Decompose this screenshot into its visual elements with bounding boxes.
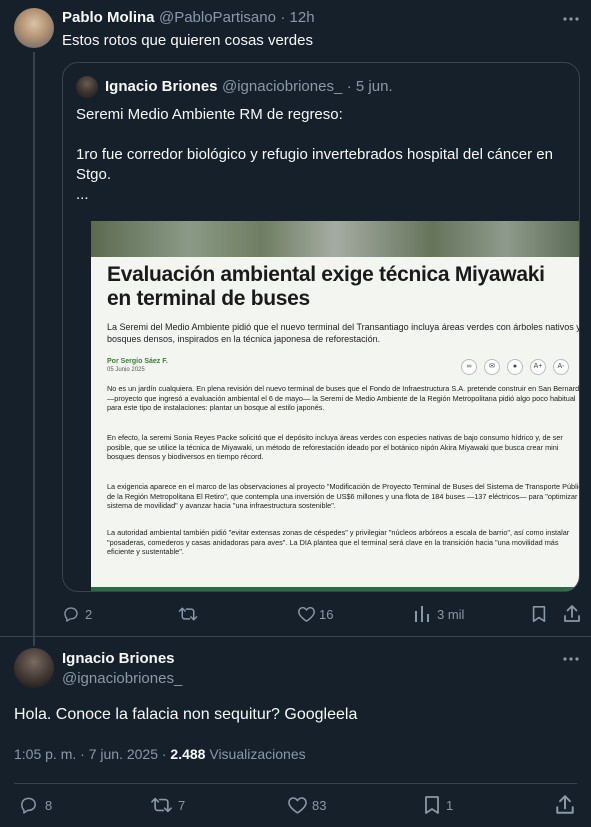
avatar[interactable]: [14, 8, 54, 48]
bookmark-count: 1: [446, 798, 454, 813]
bookmark-icon[interactable]: [531, 605, 547, 623]
reply-more-icon[interactable]: [562, 650, 580, 668]
font-increase-icon: A+: [530, 359, 546, 375]
mail-icon: ✉: [484, 359, 500, 375]
tweet-time[interactable]: · 12h: [280, 9, 314, 26]
quoted-line: Stgo.: [76, 166, 112, 183]
bookmark-icon[interactable]: [423, 795, 441, 815]
like-icon[interactable]: [297, 605, 316, 623]
quoted-tweet[interactable]: Ignacio Briones @ignaciobriones_ · 5 jun…: [62, 62, 580, 592]
article-paragraph: La exigencia aparece en el marco de las …: [107, 482, 579, 510]
share-icon[interactable]: [563, 604, 581, 623]
article-paragraph: En efecto, la seremi Sonia Reyes Packe s…: [107, 433, 563, 461]
article-image[interactable]: Evaluación ambiental exige técnica Miyaw…: [91, 221, 579, 591]
tweet-header: Pablo Molina @PabloPartisano · 12h: [62, 9, 315, 27]
retweet-icon[interactable]: [150, 795, 173, 815]
article-photo: [91, 221, 579, 257]
article-date: 05 Junio 2025: [107, 367, 145, 373]
quoted-time: · 5 jun.: [346, 78, 393, 95]
reply-text: Hola. Conoce la falacia non sequitur? Go…: [14, 706, 358, 723]
article-lead: La Seremi del Medio Ambiente pidió que e…: [107, 322, 579, 344]
quoted-line: Seremi Medio Ambiente RM de regreso:: [76, 106, 343, 123]
article-bottom-bar: [91, 587, 579, 591]
views-icon[interactable]: [413, 604, 431, 623]
reply-header: Ignacio Briones @ignaciobriones_: [62, 650, 182, 687]
views-count: 3 mil: [437, 607, 465, 622]
article-author: Por Sergio Sáez F.: [107, 358, 168, 365]
reply-author-handle[interactable]: @ignaciobriones_: [62, 670, 182, 687]
font-decrease-icon: A-: [553, 359, 569, 375]
article-paragraph: La autoridad ambiental también pidió "ev…: [107, 528, 570, 556]
thread-line: [33, 52, 35, 646]
more-icon[interactable]: [562, 10, 580, 28]
reply-icon[interactable]: [62, 605, 80, 623]
reply-avatar[interactable]: [14, 648, 54, 688]
divider: [14, 783, 577, 784]
article-title: Evaluación ambiental exige técnica Miyaw…: [107, 263, 577, 311]
tweet-timestamp[interactable]: 1:05 p. m. · 7 jun. 2025 ·: [14, 746, 167, 762]
retweet-icon[interactable]: [178, 605, 198, 623]
divider: [0, 636, 591, 637]
reply-icon[interactable]: [18, 795, 39, 815]
tweet-text: Estos rotos que quieren cosas verdes: [62, 32, 313, 49]
quoted-text: Seremi Medio Ambiente RM de regreso: 1ro…: [76, 105, 576, 205]
share-icon[interactable]: [555, 794, 575, 815]
reply-count: 8: [45, 798, 53, 813]
link-icon: ∞: [461, 359, 477, 375]
quoted-author-handle: @ignaciobriones_: [221, 78, 343, 95]
views-label: Visualizaciones: [209, 746, 306, 762]
author-name[interactable]: Pablo Molina: [62, 9, 155, 26]
quoted-header: Ignacio Briones @ignaciobriones_ · 5 jun…: [105, 78, 393, 96]
author-handle[interactable]: @PabloPartisano: [159, 9, 276, 26]
like-icon[interactable]: [287, 795, 308, 815]
mic-icon: ●: [507, 359, 523, 375]
like-count: 16: [319, 607, 334, 622]
article-title-line: en terminal de buses: [107, 287, 310, 310]
reply-count: 2: [85, 607, 93, 622]
article-title-line: Evaluación ambiental exige técnica Miyaw…: [107, 263, 545, 286]
reply-author-name[interactable]: Ignacio Briones: [62, 650, 182, 667]
like-count: 83: [312, 798, 327, 813]
retweet-count: 7: [178, 798, 186, 813]
views-total: 2.488: [170, 746, 206, 762]
quoted-author-name: Ignacio Briones: [105, 78, 218, 95]
tweet-meta: 1:05 p. m. · 7 jun. 2025 · 2.488 Visuali…: [14, 746, 306, 762]
quoted-avatar: [76, 76, 98, 98]
article-paragraph: No es un jardín cualquiera. En plena rev…: [107, 384, 579, 412]
quoted-line: ...: [76, 186, 89, 203]
quoted-line: 1ro fue corredor biológico y refugio inv…: [76, 146, 553, 163]
